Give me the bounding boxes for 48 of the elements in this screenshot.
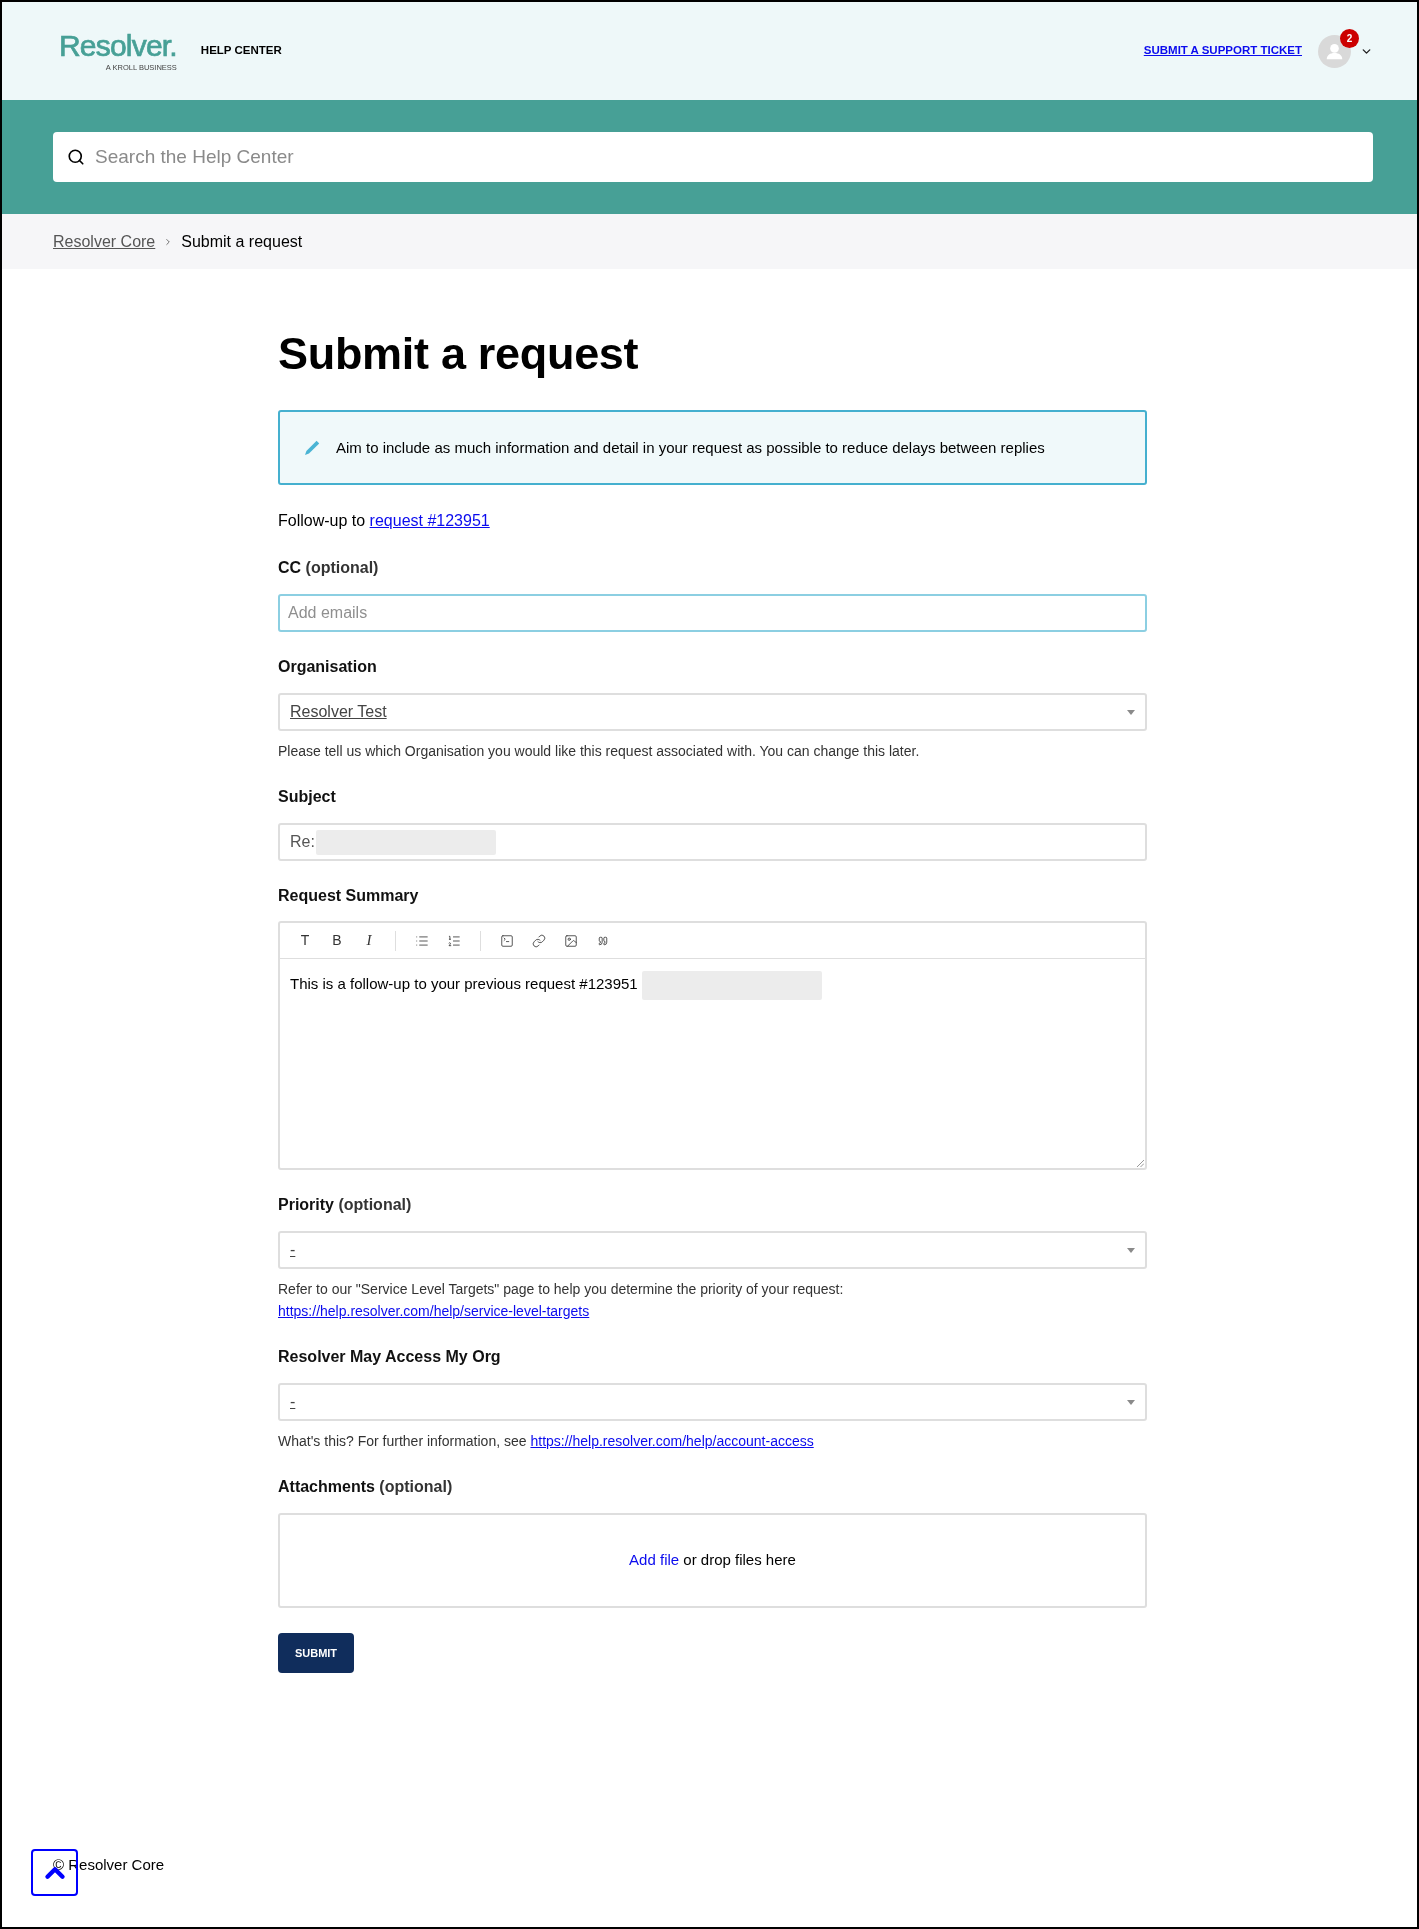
field-label: Organisation: [278, 657, 378, 677]
field-hint: Please tell us which Organisation you would like this request associated with. You can change this later.: [278, 742, 921, 761]
follow-up-text: Follow-up to request #123951: [278, 511, 491, 531]
terminal-icon: [500, 933, 514, 948]
caret-down-icon: [1127, 1247, 1135, 1253]
breadcrumb-current: Submit a request: [181, 231, 303, 252]
field-label: Request Summary: [278, 886, 420, 906]
dropdown-field[interactable]: -: [278, 1383, 1147, 1421]
text-input-field[interactable]: Re:: [278, 823, 1147, 861]
submit-button[interactable]: SUBMIT: [278, 1633, 354, 1673]
resize-handle-icon[interactable]: [1137, 1160, 1144, 1167]
breadcrumb-link[interactable]: Resolver Core: [53, 229, 156, 254]
user-avatar-icon[interactable]: [1318, 34, 1351, 68]
notice-text: Aim to include as much information and detail in your request as possible to reduce delays between replies: [336, 437, 1045, 458]
field-label: Subject: [278, 787, 337, 807]
add-file-link[interactable]: Add file: [629, 1551, 680, 1569]
field-label: CC (optional): [278, 558, 380, 578]
field-label: Priority (optional): [278, 1195, 413, 1215]
bullet-list-icon: [415, 933, 429, 948]
editor-text-area[interactable]: This is a follow-up to your previous request #123951: [280, 959, 1145, 1168]
heading-button[interactable]: T: [289, 927, 321, 954]
field-label: Attachments (optional): [278, 1477, 454, 1497]
caret-down-icon: [1127, 709, 1135, 715]
request-link[interactable]: request #123951: [369, 512, 490, 529]
help-link[interactable]: https://help.resolver.com/help/service-level-targets: [278, 1303, 590, 1319]
quote-icon: [598, 935, 608, 946]
notification-badge: 2: [1340, 28, 1359, 48]
help-center-label: HELP CENTER: [200, 43, 282, 59]
dropzone-text: Add file or drop files here: [629, 1550, 796, 1571]
field-label: Resolver May Access My Org: [278, 1347, 502, 1367]
bold-button[interactable]: B: [321, 927, 353, 954]
search-field[interactable]: Search the Help Center: [53, 132, 1373, 182]
page-title: Submit a request: [278, 327, 640, 381]
help-link[interactable]: https://help.resolver.com/help/account-access: [530, 1433, 814, 1449]
email-input-field[interactable]: Add emails: [278, 594, 1147, 632]
italic-button[interactable]: I: [353, 927, 385, 954]
caret-down-icon: [1127, 1399, 1135, 1405]
pencil-icon: [304, 439, 320, 456]
dropdown-field[interactable]: Resolver Test: [278, 693, 1147, 731]
numbered-list-icon: [447, 933, 461, 948]
dropdown-field[interactable]: -: [278, 1231, 1147, 1269]
field-hint: Refer to our "Service Level Targets" page to help you determine the priority of your request: https://help.resolver.com/help/service-level-targets: [278, 1280, 845, 1321]
field-hint: What's this? For further information, see https://help.resolver.com/help/account-access: [278, 1432, 815, 1451]
link-icon: [532, 933, 546, 948]
search-icon: [67, 148, 85, 166]
attachment-dropzone[interactable]: Add file or drop files here: [278, 1513, 1147, 1608]
image-icon: [564, 933, 578, 948]
submit-ticket-link[interactable]: SUBMIT A SUPPORT TICKET: [1143, 42, 1302, 60]
